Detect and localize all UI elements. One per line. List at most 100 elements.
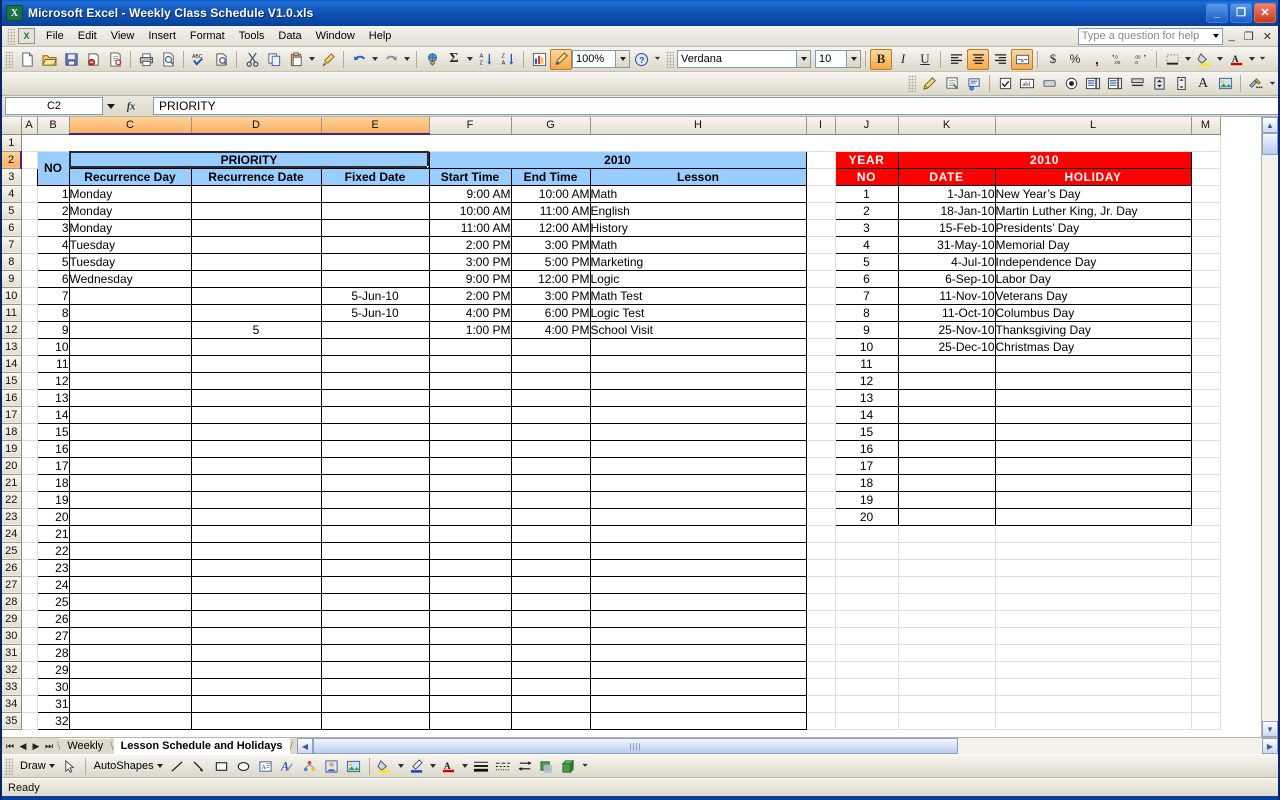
drawing-toolbar-grip[interactable] bbox=[5, 758, 13, 775]
cell-column-i[interactable] bbox=[806, 338, 835, 355]
cell-empty[interactable] bbox=[898, 542, 995, 559]
font-color-drawing-icon[interactable]: A bbox=[438, 756, 460, 777]
cell-start-time[interactable]: 11:00 AM bbox=[429, 219, 511, 236]
cell-empty[interactable] bbox=[995, 610, 1191, 627]
cell-column-m[interactable] bbox=[1191, 423, 1220, 440]
cell-lesson[interactable] bbox=[590, 661, 806, 678]
cell-end-time[interactable] bbox=[511, 423, 590, 440]
cell-recurrence-day[interactable] bbox=[69, 457, 191, 474]
cell-column-i[interactable] bbox=[806, 508, 835, 525]
cell-recurrence-date[interactable] bbox=[191, 338, 321, 355]
row-header-14[interactable]: 14 bbox=[2, 355, 21, 372]
cell-lesson[interactable]: Math Test bbox=[590, 287, 806, 304]
menu-item-format[interactable]: Format bbox=[183, 27, 232, 45]
cell-fixed-date[interactable] bbox=[321, 559, 429, 576]
cell-lesson[interactable]: Logic bbox=[590, 270, 806, 287]
cell-holiday-name[interactable]: Martin Luther King, Jr. Day bbox=[995, 202, 1191, 219]
cell-column-i[interactable] bbox=[806, 695, 835, 712]
listbox-control-icon[interactable] bbox=[1082, 73, 1104, 94]
cell-recurrence-date[interactable] bbox=[191, 219, 321, 236]
cell-m2[interactable] bbox=[1191, 151, 1220, 168]
cell-column-i[interactable] bbox=[806, 559, 835, 576]
cell-column-m[interactable] bbox=[1191, 474, 1220, 491]
cell-start-time[interactable] bbox=[429, 440, 511, 457]
cell-start-time[interactable] bbox=[429, 559, 511, 576]
drawing-toolbar-overflow-icon[interactable]: ⏷ bbox=[580, 756, 591, 777]
cell-start-time[interactable] bbox=[429, 355, 511, 372]
fill-color-icon[interactable] bbox=[1193, 49, 1215, 70]
cell-recurrence-day[interactable] bbox=[69, 559, 191, 576]
hyperlink-icon[interactable] bbox=[421, 49, 443, 70]
borders-icon[interactable] bbox=[1161, 49, 1183, 70]
column-header-k[interactable]: K bbox=[898, 117, 995, 134]
cell-column-m[interactable] bbox=[1191, 321, 1220, 338]
percent-icon[interactable]: % bbox=[1064, 49, 1086, 70]
cell-fixed-date[interactable] bbox=[321, 219, 429, 236]
cell-recurrence-date[interactable] bbox=[191, 491, 321, 508]
cell-lesson[interactable] bbox=[590, 491, 806, 508]
cell-fixed-date[interactable] bbox=[321, 542, 429, 559]
fill-color-drawing-dropdown-icon[interactable] bbox=[396, 756, 406, 777]
dash-style-icon[interactable] bbox=[492, 756, 514, 777]
cell-fixed-date[interactable] bbox=[321, 321, 429, 338]
autosum-icon[interactable]: Σ bbox=[443, 49, 465, 70]
row-header-28[interactable]: 28 bbox=[2, 593, 21, 610]
cell-recurrence-day[interactable] bbox=[69, 491, 191, 508]
column-header-c[interactable]: C bbox=[69, 117, 191, 134]
cell-holiday-date[interactable]: 11-Nov-10 bbox=[898, 287, 995, 304]
cell-holiday-date[interactable]: 18-Jan-10 bbox=[898, 202, 995, 219]
cell-lesson[interactable] bbox=[590, 627, 806, 644]
cell-column-m[interactable] bbox=[1191, 695, 1220, 712]
cell-start-time[interactable] bbox=[429, 542, 511, 559]
arrow-style-icon[interactable] bbox=[514, 756, 536, 777]
cell-recurrence-day[interactable]: Monday bbox=[69, 202, 191, 219]
cell-column-m[interactable] bbox=[1191, 644, 1220, 661]
cell-column-m[interactable] bbox=[1191, 389, 1220, 406]
row-header-21[interactable]: 21 bbox=[2, 474, 21, 491]
cell-no[interactable]: 25 bbox=[37, 593, 69, 610]
cell-fixed-date[interactable] bbox=[321, 474, 429, 491]
cell-lesson[interactable]: Math bbox=[590, 236, 806, 253]
spelling-icon[interactable]: ABC bbox=[188, 49, 210, 70]
cell-start-time[interactable] bbox=[429, 423, 511, 440]
row-header-13[interactable]: 13 bbox=[2, 338, 21, 355]
cell-column-m[interactable] bbox=[1191, 610, 1220, 627]
scroll-up-button[interactable]: ▲ bbox=[1262, 117, 1278, 133]
cell-column-m[interactable] bbox=[1191, 406, 1220, 423]
column-header-j[interactable]: J bbox=[835, 117, 898, 134]
help-search-input[interactable]: Type a question for help bbox=[1078, 28, 1223, 45]
cell-lesson[interactable] bbox=[590, 644, 806, 661]
cell-recurrence-date[interactable] bbox=[191, 678, 321, 695]
research-icon[interactable] bbox=[210, 49, 232, 70]
rectangle-icon[interactable] bbox=[211, 756, 233, 777]
cell-holiday-date[interactable]: 11-Oct-10 bbox=[898, 304, 995, 321]
cell-end-time[interactable] bbox=[511, 644, 590, 661]
cell-column-a[interactable] bbox=[21, 321, 37, 338]
cell-recurrence-date[interactable] bbox=[191, 457, 321, 474]
print-preview-icon[interactable] bbox=[157, 49, 179, 70]
cell-recurrence-day[interactable] bbox=[69, 321, 191, 338]
cell-recurrence-day[interactable]: Monday bbox=[69, 219, 191, 236]
cell-start-time[interactable] bbox=[429, 712, 511, 729]
cell-holiday-no[interactable]: 7 bbox=[835, 287, 898, 304]
currency-icon[interactable]: $ bbox=[1042, 49, 1064, 70]
cell-empty[interactable] bbox=[835, 712, 898, 729]
cell-column-a[interactable] bbox=[21, 253, 37, 270]
cell-end-time[interactable] bbox=[511, 610, 590, 627]
name-box-dropdown-icon[interactable] bbox=[103, 97, 119, 115]
cut-icon[interactable] bbox=[241, 49, 263, 70]
cell-no[interactable]: 31 bbox=[37, 695, 69, 712]
cell-start-time[interactable]: 2:00 PM bbox=[429, 287, 511, 304]
cell-j3-no[interactable]: NO bbox=[835, 168, 898, 185]
cell-holiday-name[interactable] bbox=[995, 389, 1191, 406]
cell-recurrence-date[interactable] bbox=[191, 423, 321, 440]
row-header-12[interactable]: 12 bbox=[2, 321, 21, 338]
cell-fixed-date[interactable] bbox=[321, 661, 429, 678]
cell-holiday-name[interactable]: Thanksgiving Day bbox=[995, 321, 1191, 338]
italic-button[interactable]: I bbox=[892, 49, 914, 70]
fill-color-dropdown-icon[interactable] bbox=[1215, 49, 1225, 70]
cell-end-time[interactable] bbox=[511, 457, 590, 474]
cell-recurrence-day[interactable] bbox=[69, 355, 191, 372]
cell-k3-date[interactable]: DATE bbox=[898, 168, 995, 185]
cell-recurrence-day[interactable] bbox=[69, 406, 191, 423]
